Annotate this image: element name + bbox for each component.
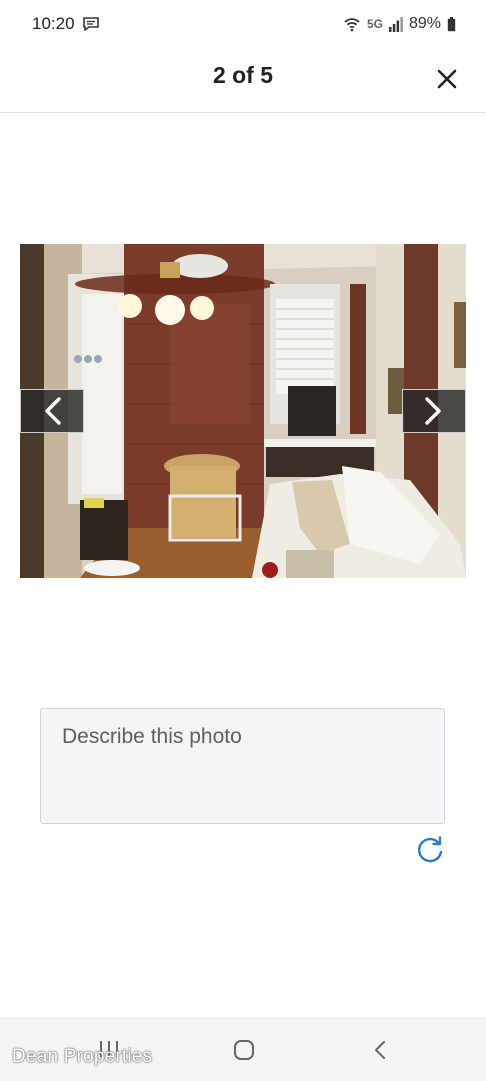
message-icon — [83, 17, 99, 31]
next-photo-button[interactable] — [402, 389, 466, 433]
battery-percent: 89% — [408, 15, 441, 32]
back-icon[interactable] — [372, 1039, 388, 1061]
status-time: 10:20 — [32, 14, 75, 33]
signal-icon — [388, 17, 403, 32]
chevron-right-icon — [425, 397, 441, 425]
status-indicators: 5G 89% — [343, 12, 456, 36]
viewer-header: 2 of 5 — [0, 48, 486, 113]
photo-description-input[interactable] — [40, 708, 445, 824]
close-icon[interactable] — [430, 62, 464, 96]
refresh-icon[interactable] — [414, 834, 446, 866]
status-bar: 10:20 5G 89% — [0, 0, 486, 48]
battery-icon — [447, 16, 456, 31]
network-type: 5G — [366, 17, 383, 31]
wifi-icon — [344, 18, 360, 32]
watermark: Dean Properties — [12, 1046, 153, 1067]
gallery-photo — [20, 244, 466, 578]
photo-counter: 2 of 5 — [212, 62, 274, 88]
chevron-left-icon — [45, 397, 61, 425]
home-icon[interactable] — [233, 1039, 255, 1061]
previous-photo-button[interactable] — [20, 389, 84, 433]
